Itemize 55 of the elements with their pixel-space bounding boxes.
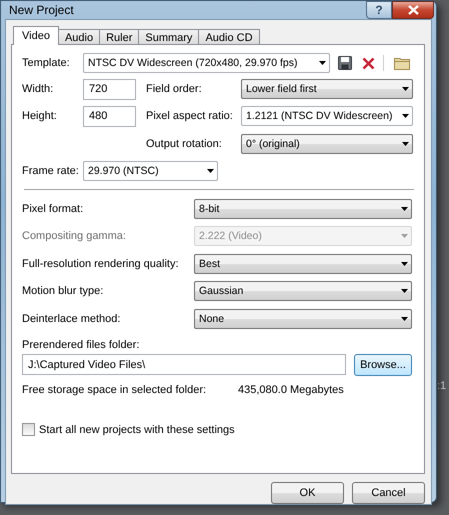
template-dropdown[interactable]: NTSC DV Widescreen (720x480, 29.970 fps) (83, 53, 330, 73)
output-rotation-label: Output rotation: (146, 138, 223, 150)
save-icon[interactable] (338, 56, 352, 70)
checkbox-label: Start all new projects with these settings (39, 424, 235, 436)
free-space-value: 435,080.0 Megabytes (238, 384, 344, 396)
dropdown[interactable]: 29.970 (NTSC) (83, 161, 218, 181)
dropdown[interactable]: 0° (original) (241, 134, 413, 154)
dropdown-arrow-icon (401, 289, 408, 293)
pixel-aspect-ratio-label: Pixel aspect ratio: (146, 110, 234, 122)
setting-label: Deinterlace method: (22, 312, 122, 324)
dropdown[interactable]: Gaussian (194, 281, 412, 301)
setting-label: Motion blur type: (22, 285, 104, 297)
dialog-button[interactable]: Cancel (352, 482, 425, 504)
window-title: New Project (9, 3, 75, 17)
dropdown-arrow-icon (401, 316, 408, 320)
close-button[interactable] (392, 1, 434, 19)
browse-button[interactable]: Browse... (354, 354, 412, 376)
tab[interactable]: Ruler (99, 29, 140, 44)
dropdown-arrow-icon (402, 142, 409, 146)
background-timeline-text: :1 (437, 380, 446, 392)
tab[interactable]: Audio CD (198, 29, 260, 44)
dialog-button[interactable]: OK (271, 482, 344, 504)
height-field[interactable]: 480 (83, 106, 136, 126)
dropdown-arrow-icon (401, 234, 408, 238)
dropdown-arrow-icon (319, 61, 326, 65)
width-label: Width: (22, 83, 54, 95)
help-button[interactable]: ? (366, 1, 392, 19)
tab[interactable]: Summary (138, 29, 200, 44)
dropdown-arrow-icon (207, 169, 214, 173)
width-field[interactable]: 720 (83, 78, 136, 100)
dropdown[interactable]: Best (194, 254, 412, 274)
height-label: Height: (22, 110, 58, 122)
dropdown[interactable]: 8-bit (194, 198, 412, 218)
close-icon (408, 5, 418, 15)
setting-label: Compositing gamma: (22, 230, 127, 242)
dropdown-arrow-icon (402, 114, 409, 118)
frame-rate-label: Frame rate: (22, 165, 80, 177)
tab[interactable]: Audio (58, 29, 100, 44)
field-order-label: Field order: (146, 83, 203, 95)
checkbox[interactable] (22, 423, 35, 436)
folder-path-field[interactable]: J:\Captured Video Files\ (22, 354, 346, 375)
delete-icon[interactable] (362, 56, 375, 70)
dropdown[interactable]: None (194, 308, 412, 328)
dropdown-arrow-icon (401, 206, 408, 210)
setting-label: Pixel format: (22, 202, 84, 214)
template-label: Template: (22, 57, 71, 69)
tab[interactable]: Video (13, 26, 59, 45)
dropdown-arrow-icon (402, 87, 409, 91)
dropdown-arrow-icon (401, 262, 408, 266)
setting-label: Full-resolution rendering quality: (22, 258, 180, 270)
prerendered-folder-label: Prerendered files folder: (22, 338, 140, 350)
folder-icon[interactable] (394, 56, 410, 70)
free-space-label: Free storage space in selected folder: (22, 384, 208, 396)
dropdown[interactable]: Lower field first (241, 79, 413, 99)
dropdown[interactable]: 1.2121 (NTSC DV Widescreen) (241, 106, 413, 126)
